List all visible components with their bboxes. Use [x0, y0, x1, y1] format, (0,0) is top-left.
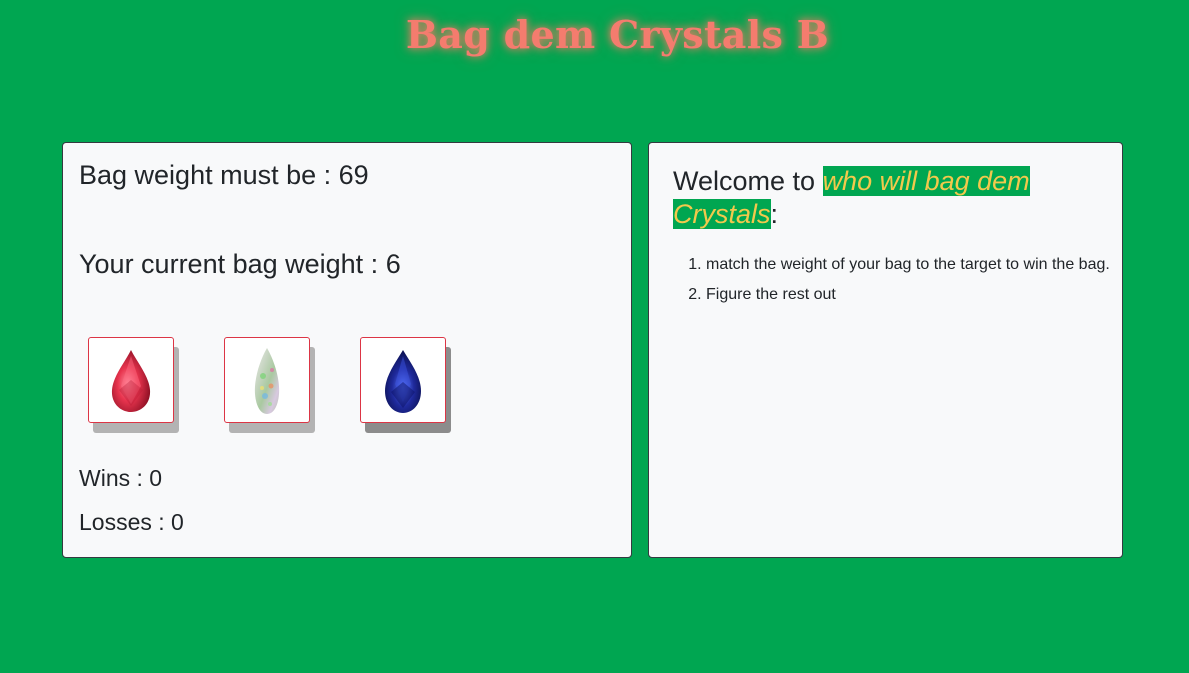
current-weight-label: Your current bag weight : — [79, 249, 386, 279]
target-weight: Bag weight must be : 69 — [79, 160, 369, 191]
ruby-crystal-icon — [111, 350, 151, 412]
opal-crystal-button[interactable] — [224, 337, 310, 423]
ruby-crystal-button[interactable] — [88, 337, 174, 423]
page-title: Bag dem Crystals B — [405, 12, 830, 57]
instructions-panel: Welcome to who will bag dem Crystals: ma… — [648, 142, 1123, 558]
losses-label: Losses : — [79, 509, 172, 535]
wins-counter: Wins : 0 — [79, 465, 162, 492]
opal-crystal-icon — [254, 348, 280, 414]
rule-item: Figure the rest out — [706, 280, 1126, 310]
sapphire-crystal-button[interactable] — [360, 337, 446, 423]
wins-label: Wins : — [79, 465, 150, 491]
welcome-suffix: : — [770, 199, 779, 229]
rules-list: match the weight of your bag to the targ… — [673, 250, 1126, 310]
welcome-prefix: Welcome to — [673, 166, 823, 196]
losses-value: 0 — [171, 509, 184, 535]
target-weight-label: Bag weight must be : — [79, 160, 339, 190]
current-weight: Your current bag weight : 6 — [79, 249, 401, 280]
sapphire-crystal-icon — [385, 350, 421, 413]
losses-counter: Losses : 0 — [79, 509, 184, 536]
wins-value: 0 — [149, 465, 163, 491]
rule-item: match the weight of your bag to the targ… — [706, 250, 1126, 280]
welcome-heading: Welcome to who will bag dem Crystals: — [673, 165, 1103, 231]
current-weight-value: 6 — [385, 249, 401, 279]
game-panel: Bag weight must be : 69 Your current bag… — [62, 142, 632, 558]
target-weight-value: 69 — [338, 160, 369, 190]
